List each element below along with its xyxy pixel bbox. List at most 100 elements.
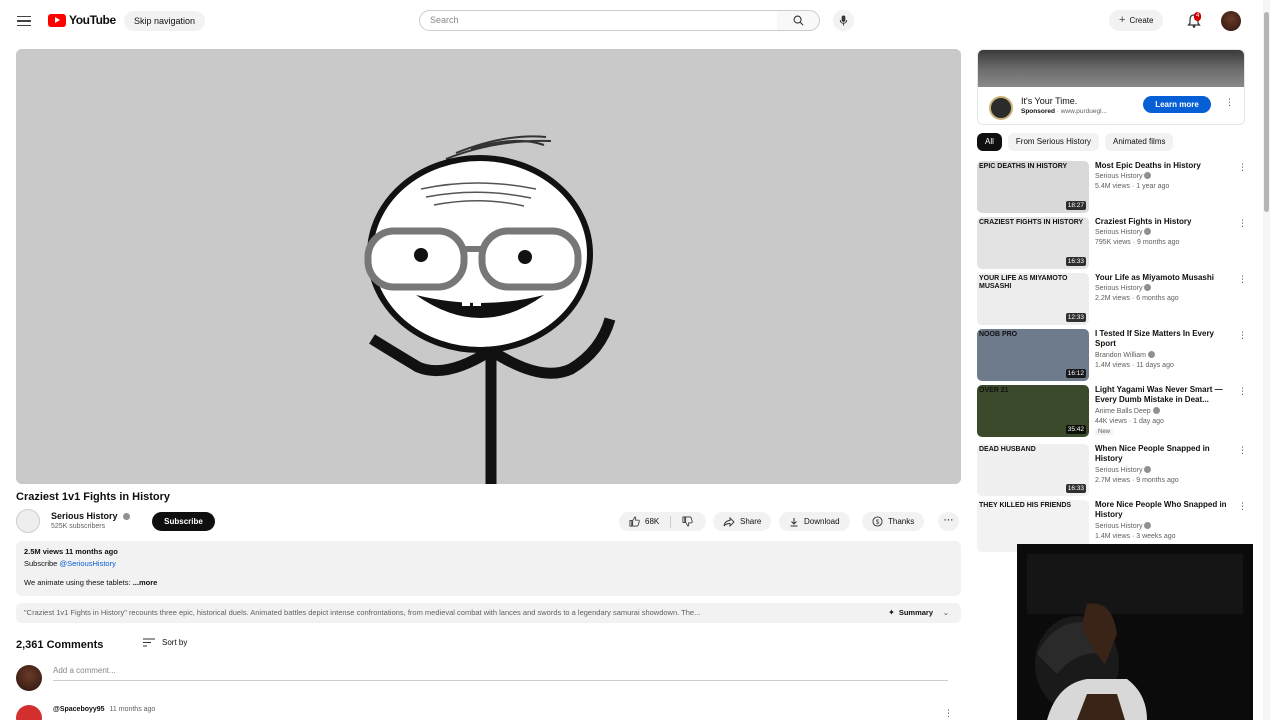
account-avatar[interactable] <box>1221 11 1241 31</box>
voice-search-button[interactable] <box>833 10 854 31</box>
recommended-video-title[interactable]: Light Yagami Was Never Smart —Every Dumb… <box>1095 385 1231 405</box>
comment-author[interactable]: @Spaceboyy95 <box>53 706 105 713</box>
comment-author-avatar[interactable] <box>16 705 42 720</box>
sort-by-button[interactable]: Sort by <box>143 638 187 647</box>
chip-all[interactable]: All <box>977 133 1002 151</box>
verified-icon <box>1152 407 1160 414</box>
recommended-video[interactable]: DEAD HUSBAND 16:33 When Nice People Snappe… <box>977 444 1247 496</box>
advertiser-logo <box>989 96 1013 120</box>
chip-animated-films[interactable]: Animated films <box>1105 133 1174 151</box>
channel-name-text: Serious History <box>51 511 118 521</box>
video-thumbnail[interactable]: YOUR LIFE AS MIYAMOTO MUSASHI 12:33 <box>977 273 1089 325</box>
ai-summary-bar[interactable]: "Craziest 1v1 Fights in History" recount… <box>16 603 961 623</box>
more-actions-icon[interactable]: ⋯ <box>938 512 959 531</box>
skip-navigation-button[interactable]: Skip navigation <box>124 11 206 31</box>
channel-avatar[interactable] <box>16 509 40 533</box>
video-duration: 12:33 <box>1065 313 1086 322</box>
video-thumbnail[interactable]: CRAZIEST FIGHTS IN HISTORY 16:33 <box>977 217 1089 269</box>
recommended-video-title[interactable]: Most Epic Deaths in History <box>1095 161 1231 171</box>
filter-chips: All From Serious History Animated films <box>977 133 1174 151</box>
plus-icon: + <box>1119 14 1126 26</box>
video-options-icon[interactable]: ⋮ <box>1238 445 1247 456</box>
summary-button[interactable]: ✦ Summary <box>888 603 933 623</box>
like-dislike-group: 68K <box>619 512 706 531</box>
video-options-icon[interactable]: ⋮ <box>1238 501 1247 512</box>
like-count[interactable]: 68K <box>645 512 659 531</box>
chip-from-channel[interactable]: From Serious History <box>1007 133 1100 151</box>
search-button[interactable] <box>777 10 820 31</box>
verified-icon <box>1144 522 1152 529</box>
video-options-icon[interactable]: ⋮ <box>1238 218 1247 229</box>
recommended-video-title[interactable]: I Tested If Size Matters In Every Sport <box>1095 329 1231 349</box>
thumbnail-caption: DEAD HUSBAND <box>979 446 1036 453</box>
channel-handle-link[interactable]: @SeriousHistory <box>59 559 115 568</box>
recommended-video[interactable]: OVER 21 35:42 Light Yagami Was Never Smart… <box>977 385 1247 437</box>
recommended-channel[interactable]: Brandon William <box>1095 351 1155 359</box>
comment-time: 11 months ago <box>109 706 156 713</box>
webcam-feed-image <box>1017 544 1253 720</box>
thumbnail-caption: YOUR LIFE AS MIYAMOTO MUSASHI <box>979 275 1068 290</box>
ad-title: It's Your Time. <box>1021 96 1078 106</box>
share-icon <box>723 516 735 527</box>
recommended-channel[interactable]: Serious History <box>1095 522 1152 530</box>
page-scrollbar-thumb[interactable] <box>1264 12 1269 212</box>
recommended-channel[interactable]: Serious History <box>1095 284 1152 292</box>
recommended-channel[interactable]: Anime Balls Deep <box>1095 407 1160 415</box>
recommended-video[interactable]: NOOB PRO 16:12 I Tested If Size Matters In… <box>977 329 1247 381</box>
video-thumbnail[interactable]: DEAD HUSBAND 16:33 <box>977 444 1089 496</box>
thumbs-up-icon[interactable] <box>629 516 640 527</box>
recommended-video[interactable]: CRAZIEST FIGHTS IN HISTORY 16:33 Craziest … <box>977 217 1247 269</box>
svg-text:$: $ <box>876 519 880 526</box>
subscribe-button[interactable]: Subscribe <box>152 512 215 531</box>
show-more-link[interactable]: ...more <box>133 578 158 587</box>
download-icon <box>790 517 798 526</box>
video-thumbnail[interactable]: OVER 21 35:42 <box>977 385 1089 437</box>
recommended-video[interactable]: YOUR LIFE AS MIYAMOTO MUSASHI 12:33 Your L… <box>977 273 1247 325</box>
view-stats: 2.5M views 11 months ago <box>24 547 118 556</box>
add-comment-input[interactable]: Add a comment... <box>53 666 948 681</box>
thumbnail-caption: THEY KILLED HIS FRIENDS <box>979 502 1072 509</box>
video-thumbnail[interactable]: NOOB PRO 16:12 <box>977 329 1089 381</box>
ad-more-icon[interactable]: ⋮ <box>1225 97 1234 108</box>
recommended-channel-name: Serious History <box>1095 285 1143 292</box>
summary-label-text: Summary <box>898 608 933 617</box>
recommended-channel[interactable]: Serious History <box>1095 228 1152 236</box>
video-options-icon[interactable]: ⋮ <box>1238 162 1247 173</box>
recommended-channel-name: Anime Balls Deep <box>1095 408 1151 415</box>
video-options-icon[interactable]: ⋮ <box>1238 274 1247 285</box>
recommended-channel[interactable]: Serious History <box>1095 172 1152 180</box>
recommended-video[interactable]: EPIC DEATHS IN HISTORY 18:27 Most Epic Dea… <box>977 161 1247 213</box>
verified-icon <box>122 512 130 520</box>
hamburger-menu-icon[interactable] <box>14 11 34 31</box>
sponsored-ad[interactable]: It's Your Time. Sponsored · www.purduegl… <box>977 49 1245 125</box>
download-button[interactable]: Download <box>779 512 850 531</box>
recommended-video-title[interactable]: When Nice People Snapped in History <box>1095 444 1231 464</box>
learn-more-button[interactable]: Learn more <box>1143 96 1211 113</box>
recommended-channel[interactable]: Serious History <box>1095 466 1152 474</box>
create-button[interactable]: + Create <box>1109 10 1164 31</box>
recommended-channel-name: Serious History <box>1095 229 1143 236</box>
channel-name[interactable]: Serious History <box>51 511 130 521</box>
search-input[interactable]: Search <box>419 10 778 31</box>
comment-more-icon[interactable]: ⋮ <box>944 708 953 719</box>
thumbs-down-icon[interactable] <box>682 516 693 527</box>
recommended-channel-name: Serious History <box>1095 173 1143 180</box>
verified-icon <box>1144 228 1152 235</box>
thanks-button[interactable]: $ Thanks <box>862 512 925 531</box>
description-subscribe-line: Subscribe @SeriousHistory <box>24 559 953 568</box>
video-options-icon[interactable]: ⋮ <box>1238 386 1247 397</box>
description-box[interactable]: 2.5M views 11 months ago Subscribe @Seri… <box>16 541 961 596</box>
recommended-video-title[interactable]: Craziest Fights in History <box>1095 217 1231 227</box>
video-options-icon[interactable]: ⋮ <box>1238 330 1247 341</box>
recommended-video-title[interactable]: More Nice People Who Snapped in History <box>1095 500 1231 520</box>
youtube-logo[interactable]: YouTube <box>48 13 116 27</box>
video-player[interactable] <box>16 49 961 484</box>
sort-icon <box>143 638 155 647</box>
recommended-meta: 5.4M views · 1 year ago <box>1095 183 1170 190</box>
video-duration: 16:12 <box>1065 369 1086 378</box>
video-thumbnail[interactable]: EPIC DEATHS IN HISTORY 18:27 <box>977 161 1089 213</box>
verified-icon <box>1147 351 1155 358</box>
share-button[interactable]: Share <box>713 512 772 531</box>
chevron-down-icon[interactable]: ⌄ <box>943 603 949 623</box>
recommended-video-title[interactable]: Your Life as Miyamoto Musashi <box>1095 273 1231 283</box>
